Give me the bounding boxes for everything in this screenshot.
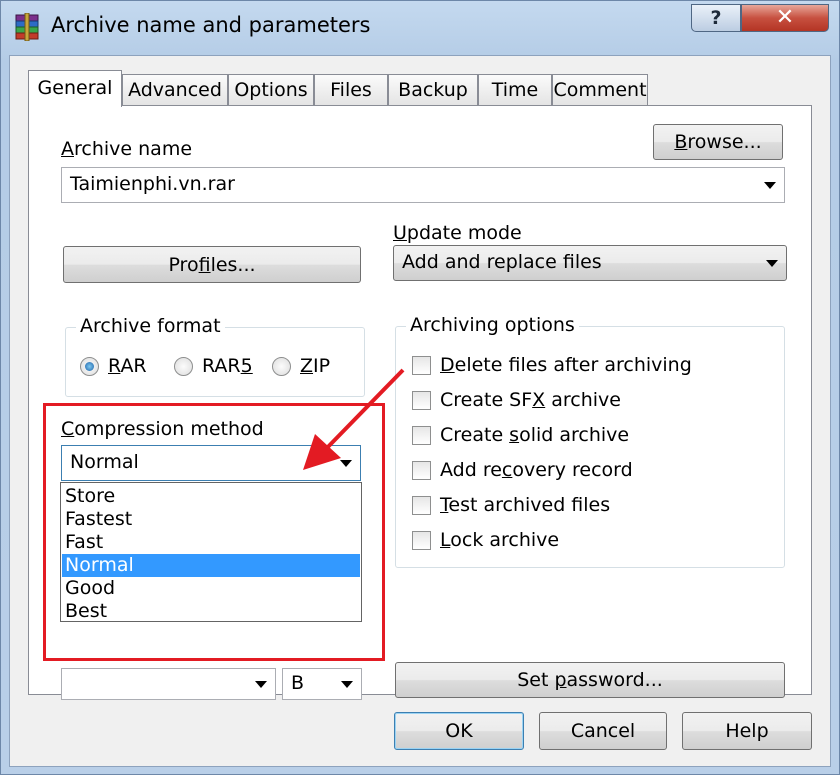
delete-files-label[interactable]: Delete files after archiving xyxy=(440,354,692,376)
volume-unit-combo[interactable]: B xyxy=(282,668,362,700)
tab-comment[interactable]: Comment xyxy=(552,74,648,106)
tab-files[interactable]: Files xyxy=(314,74,388,106)
help-button[interactable]: Help xyxy=(682,712,812,750)
window-title: Archive name and parameters xyxy=(51,13,371,37)
profiles-button[interactable]: Profiles... xyxy=(63,246,361,283)
tab-options[interactable]: Options xyxy=(228,74,314,106)
chevron-down-icon xyxy=(255,681,267,688)
title-bar[interactable]: Archive name and parameters ? ✕ xyxy=(1,1,839,53)
radio-zip[interactable] xyxy=(272,357,291,376)
volume-size-combo[interactable] xyxy=(61,668,276,700)
recovery-record-checkbox[interactable] xyxy=(412,461,431,480)
close-icon: ✕ xyxy=(775,5,795,30)
create-sfx-label[interactable]: Create SFX archive xyxy=(440,389,621,411)
delete-files-checkbox[interactable] xyxy=(412,356,431,375)
archive-name-label: Archive name xyxy=(61,138,193,160)
archive-name-combo[interactable]: Taimienphi.vn.rar xyxy=(61,167,785,203)
radio-rar[interactable] xyxy=(80,357,99,376)
browse-button[interactable]: Browse... xyxy=(653,124,783,160)
archiving-options-group: Archiving options Delete files after arc… xyxy=(395,314,785,568)
tab-general[interactable]: General xyxy=(28,70,122,107)
cancel-button[interactable]: Cancel xyxy=(539,712,667,750)
set-password-button[interactable]: Set password... xyxy=(395,662,785,698)
tab-backup[interactable]: Backup xyxy=(388,74,478,106)
close-button[interactable]: ✕ xyxy=(741,4,829,32)
chevron-down-icon xyxy=(341,681,353,688)
tab-time[interactable]: Time xyxy=(478,74,552,106)
title-help-button[interactable]: ? xyxy=(691,4,741,32)
update-mode-combo[interactable]: Add and replace files xyxy=(393,245,787,281)
test-archived-label[interactable]: Test archived files xyxy=(440,494,610,516)
lock-archive-label[interactable]: Lock archive xyxy=(440,529,559,551)
annotation-arrow-icon xyxy=(303,368,405,470)
ok-button[interactable]: OK xyxy=(394,712,524,750)
volume-unit-value: B xyxy=(291,672,305,694)
test-archived-checkbox[interactable] xyxy=(412,496,431,515)
tab-advanced[interactable]: Advanced xyxy=(122,74,228,106)
lock-archive-checkbox[interactable] xyxy=(412,531,431,550)
create-solid-label[interactable]: Create solid archive xyxy=(440,424,629,446)
create-solid-checkbox[interactable] xyxy=(412,426,431,445)
recovery-record-label[interactable]: Add recovery record xyxy=(440,459,633,481)
radio-rar5-label[interactable]: RAR5 xyxy=(202,355,253,377)
archive-name-value: Taimienphi.vn.rar xyxy=(70,173,235,195)
archive-format-label: Archive format xyxy=(76,315,225,337)
dialog-window: Archive name and parameters ? ✕ General … xyxy=(0,0,840,775)
create-sfx-checkbox[interactable] xyxy=(412,391,431,410)
radio-rar-label[interactable]: RAR xyxy=(108,355,147,377)
archiving-options-label: Archiving options xyxy=(406,314,579,336)
update-mode-value: Add and replace files xyxy=(402,251,602,273)
chevron-down-icon xyxy=(766,260,778,267)
update-mode-label: Update mode xyxy=(393,222,522,244)
radio-rar5[interactable] xyxy=(174,357,193,376)
dialog-client-area: General Advanced Options Files Backup Ti… xyxy=(9,55,831,767)
winrar-icon xyxy=(15,13,39,41)
chevron-down-icon xyxy=(764,182,776,189)
